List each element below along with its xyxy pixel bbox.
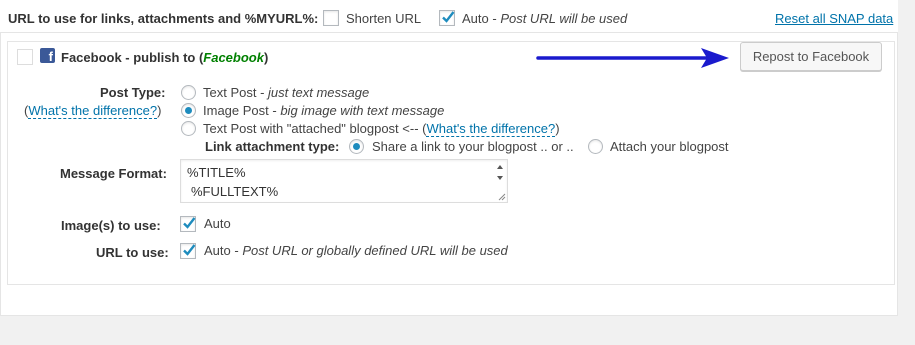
post-type-text-radio[interactable] [181,85,196,100]
radio-selected-dot [353,143,360,150]
facebook-page-name: Facebook [203,50,264,65]
facebook-title: Facebook - publish to (Facebook) [61,50,268,65]
post-type-help-close: ) [157,103,162,118]
share-link-label: Share a link to your blogpost .. or .. [372,139,574,154]
post-type-text-note: just text message [268,85,370,100]
reset-snap-data-link[interactable]: Reset all SNAP data [775,11,893,26]
post-type-attached-radio[interactable] [181,121,196,136]
checkmark-icon [442,11,455,23]
scroll-down-icon[interactable] [497,176,503,180]
post-type-image-note: big image with text message [280,103,445,118]
post-type-text-label: Text Post [203,85,257,100]
auto-url-label: Auto [462,11,489,26]
checkmark-icon [183,217,196,229]
url-auto-checkbox[interactable] [180,243,196,259]
post-type-help: (What's the difference?) [24,103,162,119]
post-type-attached-label: Text Post with "attached" blogpost <-- ( [203,121,427,136]
attach-blogpost-radio[interactable] [588,139,603,154]
auto-url-checkbox[interactable] [439,10,455,26]
post-type-image-radio[interactable] [181,103,196,118]
repost-to-facebook-button[interactable]: Repost to Facebook [740,42,882,71]
scroll-up-icon[interactable] [497,165,503,169]
auto-url-note: Post URL will be used [500,11,628,26]
images-auto-label: Auto [204,216,231,231]
url-auto-text: Auto - Post URL or globally defined URL … [204,243,508,258]
facebook-icon: f [40,48,55,63]
share-link-radio[interactable] [349,139,364,154]
checkmark-icon [183,244,196,256]
images-auto-checkbox[interactable] [180,216,196,232]
attach-blogpost-label: Attach your blogpost [610,139,729,154]
link-attachment-label: Link attachment type: [205,139,340,154]
facebook-title-suffix: ) [263,50,269,65]
url-to-use-label: URL to use: [96,245,169,260]
shorten-url-label: Shorten URL [346,11,422,26]
facebook-title-prefix: Facebook - publish to ( [61,50,204,65]
url-auto-label: Auto [204,243,231,258]
url-auto-note: Post URL or globally defined URL will be… [242,243,508,258]
post-type-attached-option: Text Post with "attached" blogpost <-- (… [203,121,560,137]
whats-the-difference-link[interactable]: What's the difference? [28,103,158,119]
resize-grip-icon[interactable] [498,193,506,201]
post-type-text-option: Text Post - just text message [203,85,370,100]
message-format-textarea[interactable]: %TITLE% %FULLTEXT% [180,159,508,203]
shorten-url-checkbox[interactable] [323,10,339,26]
post-type-label: Post Type: [100,85,166,100]
arrow-right-icon [536,48,729,68]
images-to-use-label: Image(s) to use: [61,218,161,233]
post-type-image-option: Image Post - big image with text message [203,103,445,118]
message-format-line-2: %FULLTEXT% [191,184,279,199]
facebook-enable-checkbox[interactable] [17,49,33,65]
whats-the-difference-link-2[interactable]: What's the difference? [426,121,556,137]
url-label: URL to use for links, attachments and %M… [8,11,319,26]
message-format-line-1: %TITLE% [187,165,246,180]
url-settings-bar: URL to use for links, attachments and %M… [0,0,898,33]
post-type-attached-suffix: ) [555,121,560,136]
radio-selected-dot [185,107,192,114]
message-format-label: Message Format: [60,166,167,181]
auto-url-text: Auto - Post URL will be used [462,11,628,26]
post-type-image-label: Image Post [203,103,269,118]
